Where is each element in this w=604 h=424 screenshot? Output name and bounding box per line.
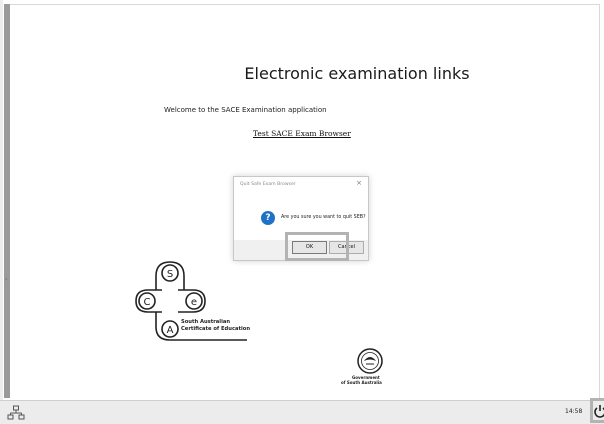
close-icon[interactable]: × [356, 179, 362, 187]
ok-button-highlight [285, 232, 349, 261]
dialog-message: Are you sure you want to quit SEB? [281, 215, 366, 220]
sace-letter-a: A [167, 325, 174, 336]
sace-letter-e: e [191, 297, 197, 308]
sace-letter-s: S [167, 269, 173, 280]
welcome-text: Welcome to the SACE Examination applicat… [164, 106, 327, 114]
clock: 14:58 [565, 408, 583, 415]
top-border [10, 4, 600, 5]
browser-window: › Electronic examination links Welcome t… [0, 0, 604, 424]
dialog-title: Quit Safe Exam Browser [240, 182, 296, 187]
sace-letter-c: C [144, 297, 151, 308]
test-exam-browser-link[interactable]: Test SACE Exam Browser [253, 129, 351, 138]
power-icon[interactable] [594, 404, 604, 418]
page-title: Electronic examination links [244, 64, 470, 83]
government-line2: of South Australia [341, 380, 382, 385]
government-crest-icon [357, 348, 383, 374]
sace-name-line2: Certificate of Education [181, 325, 251, 332]
network-icon[interactable] [7, 405, 25, 421]
question-icon: ? [261, 211, 275, 225]
sace-name-line1: South Australian [181, 319, 231, 325]
chevron-right-icon: › [5, 276, 8, 283]
taskbar: 14:58 [0, 400, 604, 424]
